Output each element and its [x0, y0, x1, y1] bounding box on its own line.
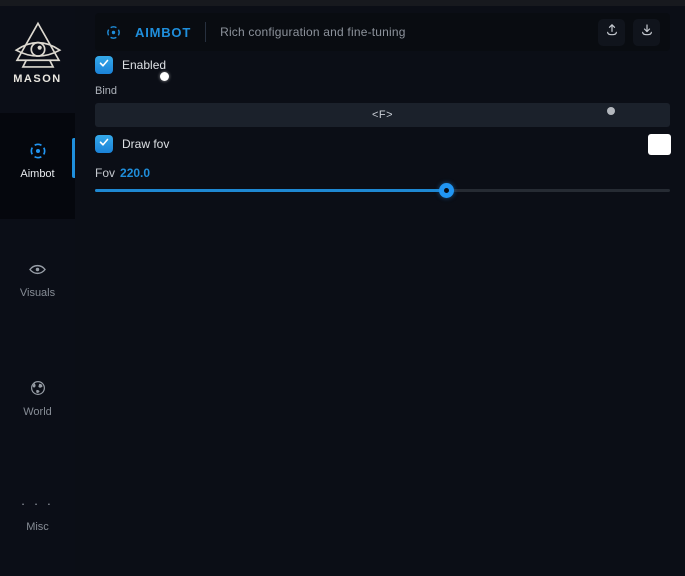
export-config-button[interactable]: [633, 19, 660, 46]
bind-field-dot: [607, 107, 615, 115]
eye-icon: [0, 260, 75, 280]
upload-icon: [604, 22, 620, 43]
fov-value: 220.0: [120, 166, 150, 180]
header-divider: [205, 22, 206, 42]
download-icon: [639, 22, 655, 43]
fov-slider[interactable]: [95, 183, 670, 198]
check-icon: [98, 135, 110, 153]
brand-name: MASON: [0, 73, 75, 85]
page-header: AIMBOT Rich configuration and fine-tunin…: [95, 13, 670, 51]
draw-fov-label: Draw fov: [122, 137, 169, 151]
sidebar-item-label: Aimbot: [0, 168, 75, 180]
enabled-row: Enabled: [95, 56, 166, 74]
bind-keybind-field[interactable]: <F>: [95, 103, 670, 127]
fov-slider-fill: [95, 189, 446, 192]
draw-fov-checkbox[interactable]: [95, 135, 113, 153]
bind-label: Bind: [95, 85, 117, 97]
fov-color-picker[interactable]: [648, 134, 671, 155]
page-subtitle: Rich configuration and fine-tuning: [220, 25, 406, 39]
fov-label: Fov: [95, 166, 115, 180]
sidebar-item-label: Visuals: [0, 287, 75, 299]
draw-fov-row: Draw fov: [95, 135, 169, 153]
sidebar-item-world[interactable]: World: [0, 379, 75, 418]
enabled-label: Enabled: [122, 58, 166, 72]
sidebar-item-label: Misc: [0, 521, 75, 533]
crosshair-icon: [0, 141, 75, 161]
enabled-checkbox[interactable]: [95, 56, 113, 74]
window-top-strip: [0, 0, 685, 6]
check-icon: [98, 56, 110, 74]
crosshair-icon: [105, 24, 122, 41]
ellipsis-icon: · · ·: [0, 494, 75, 514]
bind-value: <F>: [372, 109, 393, 121]
brand-logo: MASON: [0, 20, 75, 85]
import-config-button[interactable]: [598, 19, 625, 46]
eye-triangle-logo-icon: [0, 20, 75, 72]
globe-icon: [0, 379, 75, 399]
mouse-cursor-dot: [160, 72, 169, 81]
sidebar-item-aimbot[interactable]: Aimbot: [0, 113, 75, 219]
sidebar-item-label: World: [0, 406, 75, 418]
sidebar-item-visuals[interactable]: Visuals: [0, 260, 75, 299]
sidebar: MASON Aimbot Visuals: [0, 6, 75, 576]
fov-label-row: Fov 220.0: [95, 166, 150, 180]
page-title: AIMBOT: [135, 25, 191, 40]
app-window: MASON Aimbot Visuals: [0, 0, 685, 576]
active-indicator-bar: [72, 138, 75, 178]
fov-slider-thumb[interactable]: [439, 183, 454, 198]
sidebar-item-misc[interactable]: · · · Misc: [0, 494, 75, 533]
